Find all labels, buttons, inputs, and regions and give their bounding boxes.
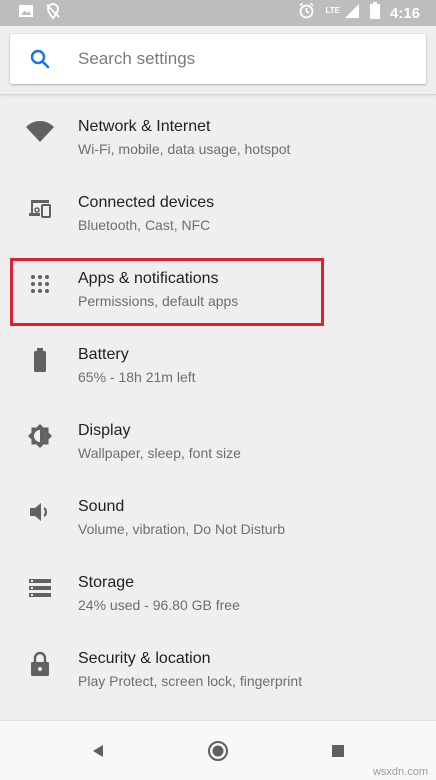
settings-item-title: Battery	[78, 346, 129, 363]
settings-item-title: Storage	[78, 574, 135, 591]
status-left	[18, 2, 62, 25]
brightness-icon	[24, 420, 56, 452]
settings-item-title: Display	[78, 422, 131, 439]
storage-icon	[24, 572, 56, 604]
watermark: wsxdn.com	[372, 766, 428, 778]
settings-item-battery[interactable]: Battery 65% - 18h 21m left	[0, 322, 436, 398]
settings-item-sound[interactable]: Sound Volume, vibration, Do Not Disturb	[0, 474, 436, 550]
settings-item-title: Security & location	[78, 650, 211, 667]
settings-item-network[interactable]: Network & Internet Wi-Fi, mobile, data u…	[0, 94, 436, 170]
settings-item-title: Network & Internet	[78, 118, 211, 135]
battery-status-icon	[369, 2, 380, 24]
search-input[interactable]: Search settings	[10, 34, 426, 84]
image-icon	[18, 3, 34, 24]
settings-item-subtitle: 24% used - 96.80 GB free	[78, 597, 240, 613]
status-right: LTE 4:16	[298, 2, 420, 24]
apps-grid-icon	[24, 268, 56, 300]
volume-icon	[24, 496, 56, 528]
settings-item-title: Sound	[78, 498, 125, 515]
settings-item-apps[interactable]: Apps & notifications Permissions, defaul…	[0, 246, 436, 322]
signal-icon	[344, 3, 360, 24]
search-header: Search settings	[0, 26, 436, 95]
recents-icon[interactable]	[323, 736, 353, 766]
wifi-icon	[24, 116, 56, 148]
alarm-icon	[298, 2, 315, 24]
search-icon[interactable]	[28, 47, 52, 71]
network-type-label: LTE	[325, 6, 340, 15]
search-placeholder: Search settings	[78, 49, 196, 68]
settings-item-subtitle: Wallpaper, sleep, font size	[78, 445, 241, 461]
settings-item-subtitle: Permissions, default apps	[78, 293, 239, 309]
settings-item-subtitle: 65% - 18h 21m left	[78, 369, 196, 385]
back-icon[interactable]	[83, 736, 113, 766]
settings-item-subtitle: Bluetooth, Cast, NFC	[78, 217, 211, 233]
lock-icon	[24, 648, 56, 680]
settings-item-storage[interactable]: Storage 24% used - 96.80 GB free	[0, 550, 436, 626]
settings-item-subtitle: Volume, vibration, Do Not Disturb	[78, 521, 285, 537]
status-time: 4:16	[389, 4, 420, 22]
no-location-icon	[44, 2, 62, 25]
settings-item-devices[interactable]: Connected devices Bluetooth, Cast, NFC	[0, 170, 436, 246]
navigation-bar: wsxdn.com	[0, 720, 436, 780]
settings-item-subtitle: Play Protect, screen lock, fingerprint	[78, 673, 303, 689]
settings-item-display[interactable]: Display Wallpaper, sleep, font size	[0, 398, 436, 474]
settings-item-title: Connected devices	[78, 194, 215, 211]
home-icon[interactable]	[203, 736, 233, 766]
settings-item-title: Apps & notifications	[78, 270, 219, 287]
settings-item-security[interactable]: Security & location Play Protect, screen…	[0, 626, 436, 702]
settings-item-subtitle: Wi-Fi, mobile, data usage, hotspot	[78, 141, 291, 157]
devices-icon	[24, 192, 56, 224]
status-bar: LTE 4:16	[0, 0, 436, 26]
battery-icon	[24, 344, 56, 376]
